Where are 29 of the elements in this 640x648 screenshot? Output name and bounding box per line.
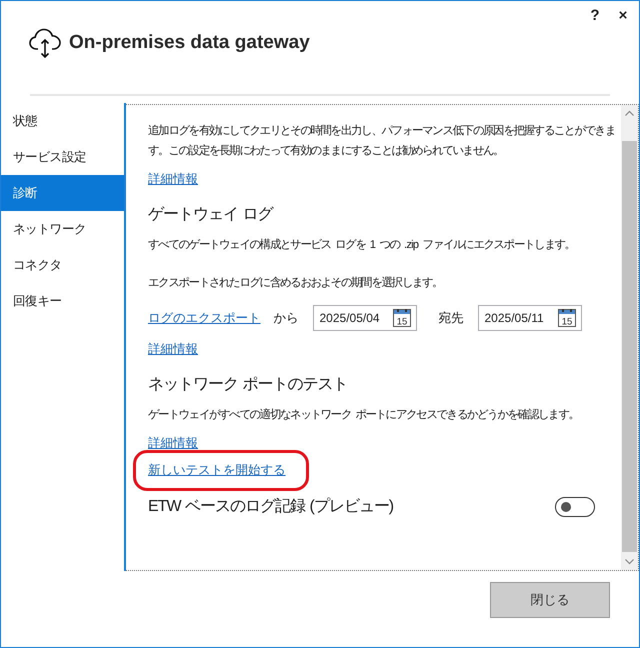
scrollbar-thumb[interactable] bbox=[622, 141, 637, 552]
close-button[interactable]: × bbox=[613, 7, 633, 25]
section-heading: ネットワーク ポートのテスト bbox=[148, 375, 348, 395]
scrollbar-track[interactable] bbox=[621, 105, 638, 570]
sidebar-item[interactable]: 診断 bbox=[1, 175, 124, 211]
date-field[interactable]: 2025/05/04 15 bbox=[312, 305, 416, 331]
close-dialog-button[interactable]: 閉じる bbox=[490, 582, 610, 618]
toggle-switch[interactable] bbox=[555, 497, 595, 517]
app-title: On-premises data gateway bbox=[69, 30, 310, 55]
to-label: 宛先 bbox=[438, 310, 464, 327]
from-label: から bbox=[274, 310, 298, 327]
export-logs-link[interactable]: ログのエクスポート bbox=[148, 309, 260, 327]
date-value: 2025/05/11 bbox=[484, 310, 544, 327]
help-button[interactable]: ? bbox=[585, 7, 605, 25]
date-field[interactable]: 2025/05/11 15 bbox=[478, 305, 582, 331]
date-value: 2025/05/04 bbox=[320, 310, 380, 327]
description-text: エクスポートされたログに含めるおおよその期間を選択します。 bbox=[148, 276, 444, 291]
link[interactable]: 詳細情報 bbox=[148, 172, 198, 186]
link[interactable]: 詳細情報 bbox=[148, 436, 198, 450]
calendar-icon: 15 bbox=[558, 309, 576, 327]
link[interactable]: 新しいテストを開始する bbox=[148, 463, 286, 477]
calendar-icon: 15 bbox=[392, 309, 410, 327]
description-text: 追加ログを有効にしてクエリとその時間を出力し、パフォーマンス低下の原因を把握することができます。この設定を長期にわたって有効のままにすることは勧められていません。 bbox=[148, 124, 615, 159]
link[interactable]: 詳細情報 bbox=[148, 342, 198, 356]
description-text: ゲートウェイがすべての適切なネットワーク ポートにアクセスできるかどうかを確認します。 bbox=[148, 407, 580, 423]
cloud-upload-icon bbox=[29, 28, 61, 58]
setting-heading: ETW ベースのログ記録 (プレビュー) bbox=[148, 496, 394, 517]
description-text: すべてのゲートウェイの構成とサービス ログを 1 つの .zip ファイルにエクスポートします。 bbox=[148, 238, 576, 253]
section-heading: ゲートウェイ ログ bbox=[148, 205, 274, 225]
